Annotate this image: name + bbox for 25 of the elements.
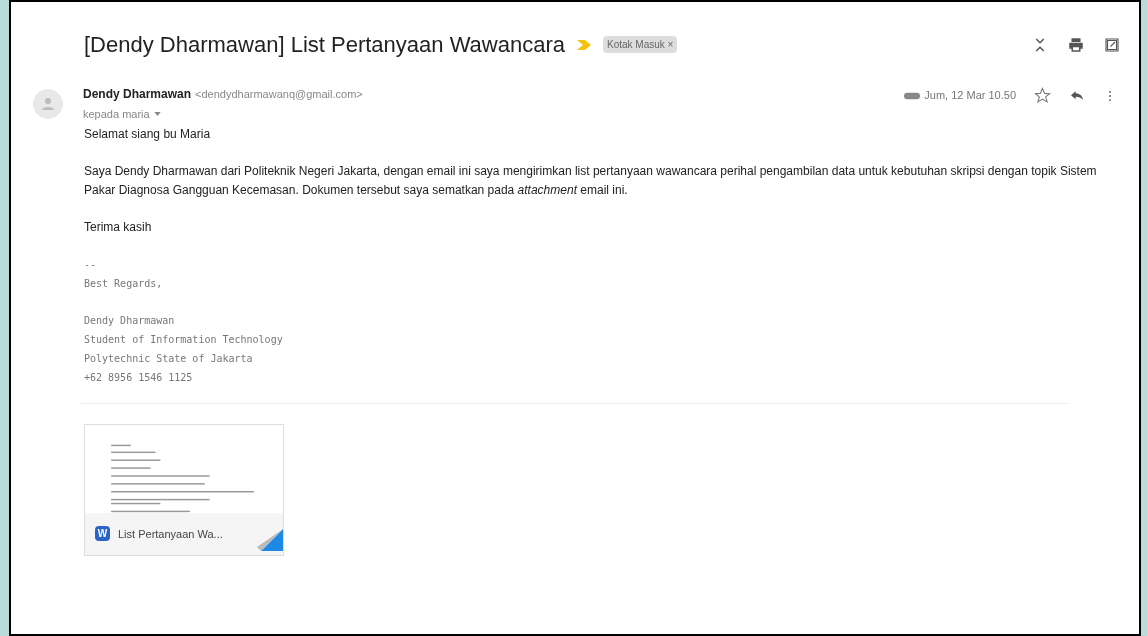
print-icon[interactable]	[1067, 35, 1085, 54]
signature-line: --	[84, 257, 98, 272]
inbox-label[interactable]: Kotak Masuk ×	[603, 36, 678, 53]
attachment-card[interactable]: W List Pertanyaan Wa...	[84, 423, 284, 556]
sender-name: Dendy Dharmawan	[83, 86, 192, 103]
star-icon[interactable]	[1034, 87, 1051, 104]
message-paragraph: Terima kasih	[84, 218, 153, 236]
signature-line: Polytechnic State of Jakarta	[84, 351, 254, 366]
open-in-new-window-icon[interactable]	[1103, 35, 1121, 54]
message-paragraph: Saya Dendy Dharmawan dari Politeknik Negeri Jakarta, dengan email ini saya mengirimkan list pertanyaan wawancara perihal pengambilan data untuk kebutuhan skripsi dengan topik Sistem Pakar Diagnosa Gangguan Kecemasan. Dokumen tersebut saya sematkan pada attachment email ini.	[84, 162, 1098, 199]
email-subject: [Dendy Dharmawan] List Pertanyaan Wawancara	[84, 31, 565, 59]
dropdown-caret-icon[interactable]	[153, 112, 161, 117]
avatar-icon	[33, 89, 63, 119]
importance-marker-icon	[577, 39, 591, 50]
signature-line: Student of Information Technology	[84, 332, 284, 347]
signature-line: +62 8956 1546 1125	[84, 370, 194, 385]
email-date: Jum, 12 Mar 10.50	[924, 88, 1016, 104]
sender-email: <dendydharmawanq@gmail.com>	[195, 87, 363, 102]
signature-line: Best Regards,	[84, 276, 164, 291]
word-file-icon: W	[95, 526, 110, 542]
recipient-label: kepada maria	[83, 107, 150, 122]
message-paragraph: Selamat siang bu Maria	[84, 125, 212, 143]
signature-line: Dendy Dharmawan	[84, 313, 176, 328]
attachment-name: List Pertanyaan Wa...	[118, 526, 223, 542]
label-remove[interactable]: ×	[667, 39, 674, 50]
